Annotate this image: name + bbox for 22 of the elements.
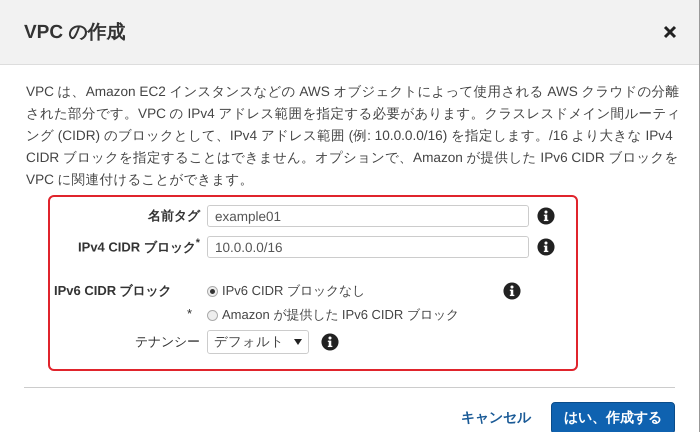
close-icon[interactable] [663,25,677,39]
radio-option[interactable]: Amazon が提供した IPv6 CIDR ブロック [207,306,459,324]
field-label: IPv4 CIDR ブロック$^{*}$ [77,237,200,257]
info-icon[interactable] [537,207,555,225]
info-icon[interactable] [503,282,522,300]
required-mark: * [186,306,193,323]
info-icon[interactable] [537,238,555,256]
info-icon[interactable] [321,333,339,351]
cancel-link[interactable]: キャンセル [461,409,531,427]
field-label: テナンシー [134,333,200,351]
description-text: VPC は、Amazon EC2 インスタンスなどの AWS オブジェクトによって使用される AWS クラウドの分離された部分です。VPC の IPv4 アドレス範囲を指定する必要があります。クラスレスドメイン間ルーティング (CIDR) のブロックとして、IPv4 アドレス範囲 (例: 10.0.0.0/16) を指定します。/16 より大きな IPv4 CIDR ブロックを指定することはできません。オプションで、Amazon が提供した IPv6 CIDR ブロックを VPC に関連付けることができます。 [26,83,682,189]
radio-button[interactable] [207,286,218,296]
create-button[interactable]: はい、作成する [551,402,675,432]
radio-button[interactable] [207,310,218,320]
radio-option[interactable]: IPv6 CIDR ブロックなし [207,282,366,300]
caret-icon [294,339,302,345]
tenancy-dropdown[interactable]: デフォルト [207,330,309,354]
field-label: IPv6 CIDR ブロック [53,282,173,300]
input-field[interactable]: 10.0.0.0/16 [207,236,529,258]
input-field[interactable]: example01 [207,205,529,227]
field-label: 名前タグ [146,207,200,225]
dialog-title: VPC の作成 [24,21,126,45]
